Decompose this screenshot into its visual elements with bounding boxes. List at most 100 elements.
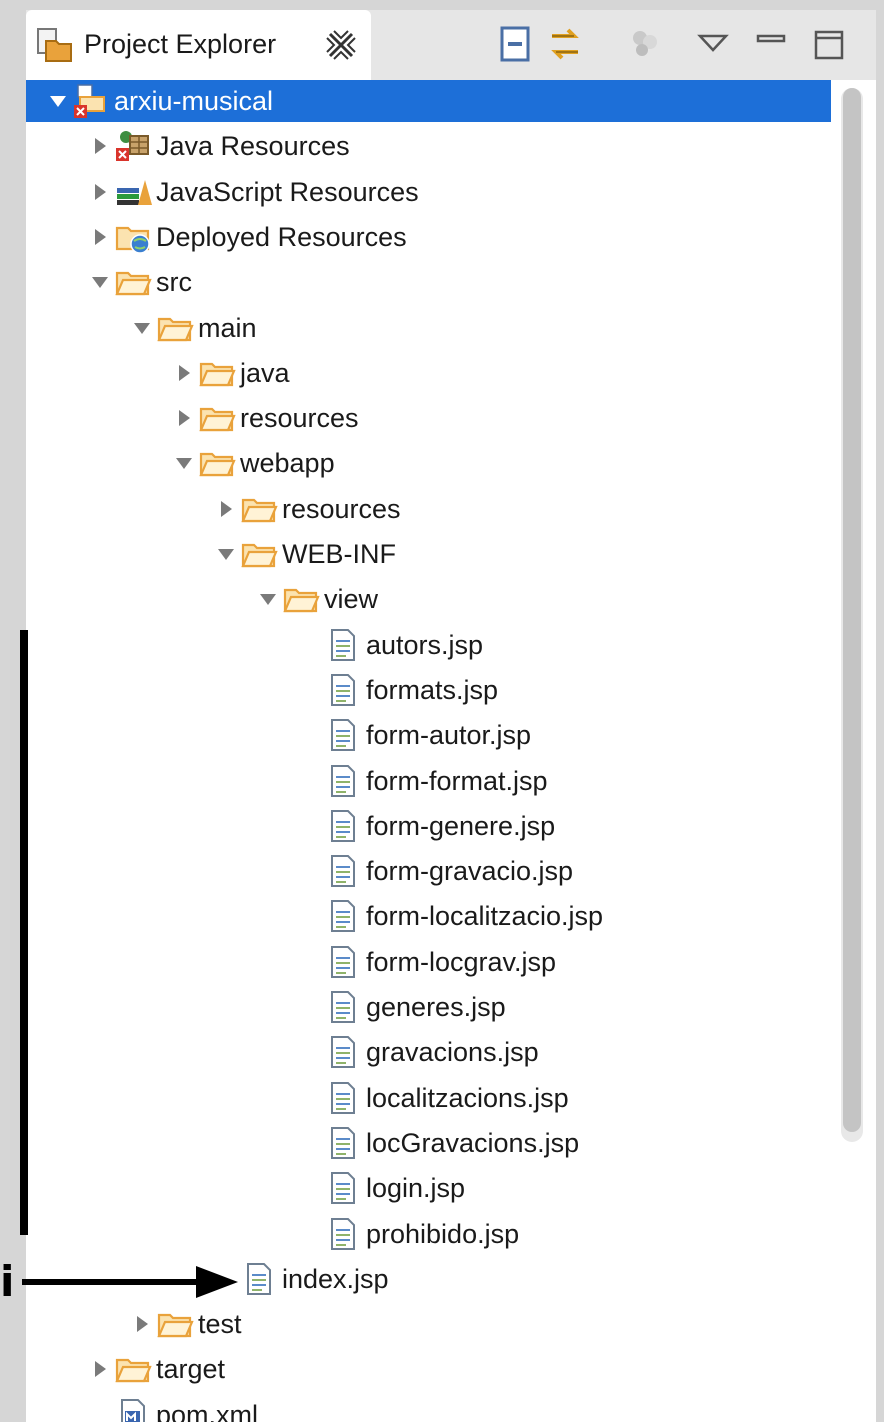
jsp-file-icon — [324, 1170, 362, 1206]
tree-item-deployed-resources[interactable]: Deployed Resources — [26, 216, 836, 258]
tree-item-label: formats.jsp — [366, 674, 499, 705]
tree-item-login-jsp[interactable]: login.jsp — [26, 1167, 836, 1209]
expand-arrow-right-icon[interactable] — [132, 1314, 152, 1334]
link-with-editor-icon[interactable] — [546, 24, 584, 64]
tree-item-label: form-genere.jsp — [366, 810, 556, 841]
project-icon — [72, 83, 110, 119]
expand-arrow-down-icon[interactable] — [48, 91, 68, 111]
tree-item-arxiu-musical[interactable]: arxiu-musical — [26, 80, 831, 122]
tree-item-label: Java Resources — [156, 131, 350, 162]
collapse-all-icon[interactable] — [496, 24, 534, 64]
tree-item-webapp[interactable]: webapp — [26, 442, 836, 484]
tree-item-label: WEB-INF — [282, 539, 396, 569]
tree-item-localitzacions-jsp[interactable]: localitzacions.jsp — [26, 1077, 836, 1119]
tree-item-label: webapp — [240, 448, 335, 479]
folder-icon — [198, 445, 236, 481]
jsp-file-icon — [324, 1216, 362, 1252]
tree-item-label: resources — [240, 403, 359, 434]
jsp-file-icon — [324, 1034, 362, 1070]
jsp-file-icon — [324, 717, 362, 753]
tree-item-label: gravacions.jsp — [366, 1037, 539, 1068]
expand-arrow-down-icon[interactable] — [174, 453, 194, 473]
tree-item-pom-xml[interactable]: pom.xml — [26, 1394, 836, 1422]
expand-arrow-right-icon[interactable] — [90, 136, 110, 156]
tree-item-label: form-locgrav.jsp — [366, 946, 557, 977]
filters-icon[interactable] — [626, 24, 664, 64]
view-tab-bar: Project Explorer — [26, 10, 876, 80]
tree-item-form-locgrav-jsp[interactable]: form-locgrav.jsp — [26, 941, 836, 983]
tree-item-label: view — [324, 584, 379, 615]
tree-item-label: localitzacions.jsp — [366, 1082, 569, 1113]
scrollbar-thumb[interactable] — [843, 88, 861, 1132]
tree-item-resources[interactable]: resources — [26, 488, 836, 530]
tree-item-label: autors.jsp — [366, 629, 484, 660]
folder-icon — [114, 1351, 152, 1387]
jsp-file-icon — [324, 763, 362, 799]
annotation-arrow — [22, 1266, 238, 1298]
expand-arrow-right-icon[interactable] — [174, 363, 194, 383]
tree-item-form-format-jsp[interactable]: form-format.jsp — [26, 760, 836, 802]
tree-item-target[interactable]: target — [26, 1348, 836, 1390]
javascript-resources-icon — [114, 174, 152, 210]
expand-arrow-right-icon[interactable] — [174, 408, 194, 428]
annotation-label: i — [0, 1257, 15, 1306]
folder-icon — [198, 355, 236, 391]
java-resources-icon — [114, 128, 152, 164]
folder-icon — [198, 400, 236, 436]
tree-item-src[interactable]: src — [26, 261, 836, 303]
tree-item-gravacions-jsp[interactable]: gravacions.jsp — [26, 1031, 836, 1073]
tree-item-form-autor-jsp[interactable]: form-autor.jsp — [26, 714, 836, 756]
jsp-file-icon — [324, 853, 362, 889]
tree-item-label: target — [156, 1354, 226, 1385]
folder-icon — [156, 310, 194, 346]
tree-item-label: generes.jsp — [366, 992, 506, 1022]
expand-arrow-right-icon[interactable] — [90, 182, 110, 202]
minimize-icon[interactable] — [752, 24, 790, 64]
tree-item-label: form-autor.jsp — [366, 720, 532, 751]
tree-item-test[interactable]: test — [26, 1303, 836, 1345]
tree-item-form-localitzacio-jsp[interactable]: form-localitzacio.jsp — [26, 895, 836, 937]
tree-item-java-resources[interactable]: Java Resources — [26, 125, 836, 167]
view-menu-icon[interactable] — [694, 24, 732, 64]
tree-item-prohibido-jsp[interactable]: prohibido.jsp — [26, 1213, 836, 1255]
maximize-icon[interactable] — [810, 24, 848, 64]
close-icon[interactable] — [324, 28, 358, 62]
expand-arrow-right-icon[interactable] — [90, 227, 110, 247]
tree-item-label: form-gravacio.jsp — [366, 856, 574, 887]
tree-item-form-genere-jsp[interactable]: form-genere.jsp — [26, 805, 836, 847]
expand-arrow-down-icon[interactable] — [90, 272, 110, 292]
expand-arrow-right-icon[interactable] — [90, 1359, 110, 1379]
view-title: Project Explorer — [84, 29, 277, 59]
vertical-scrollbar[interactable] — [841, 88, 863, 1142]
project-explorer-icon — [34, 27, 74, 63]
tree-item-javascript-resources[interactable]: JavaScript Resources — [26, 171, 836, 213]
deployed-resources-icon — [114, 219, 152, 255]
tree-item-view[interactable]: view — [26, 578, 836, 620]
tree-item-locgravacions-jsp[interactable]: locGravacions.jsp — [26, 1122, 836, 1164]
tree-item-label: src — [156, 267, 192, 298]
expand-arrow-right-icon[interactable] — [216, 499, 236, 519]
jsp-file-icon — [240, 1261, 278, 1297]
tree-item-web-inf[interactable]: WEB-INF — [26, 533, 836, 575]
tree-item-generes-jsp[interactable]: generes.jsp — [26, 986, 836, 1028]
jsp-file-icon — [324, 898, 362, 934]
project-explorer-tab[interactable]: Project Explorer — [26, 10, 371, 80]
expand-arrow-down-icon[interactable] — [216, 544, 236, 564]
tree-item-main[interactable]: main — [26, 307, 836, 349]
expand-arrow-down-icon[interactable] — [258, 589, 278, 609]
jsp-file-icon — [324, 1080, 362, 1116]
tree-item-label: java — [240, 357, 290, 388]
jsp-file-icon — [324, 1125, 362, 1161]
tree-item-resources[interactable]: resources — [26, 397, 836, 439]
tree-item-label: prohibido.jsp — [366, 1218, 520, 1249]
jsp-file-icon — [324, 989, 362, 1025]
tree-item-label: arxiu-musical — [114, 86, 274, 116]
tree-item-label: test — [198, 1309, 242, 1340]
tree-item-autors-jsp[interactable]: autors.jsp — [26, 624, 836, 666]
tree-item-formats-jsp[interactable]: formats.jsp — [26, 669, 836, 711]
tree-item-label: index.jsp — [282, 1263, 389, 1294]
folder-icon — [240, 536, 278, 572]
tree-item-form-gravacio-jsp[interactable]: form-gravacio.jsp — [26, 850, 836, 892]
tree-item-java[interactable]: java — [26, 352, 836, 394]
expand-arrow-down-icon[interactable] — [132, 318, 152, 338]
